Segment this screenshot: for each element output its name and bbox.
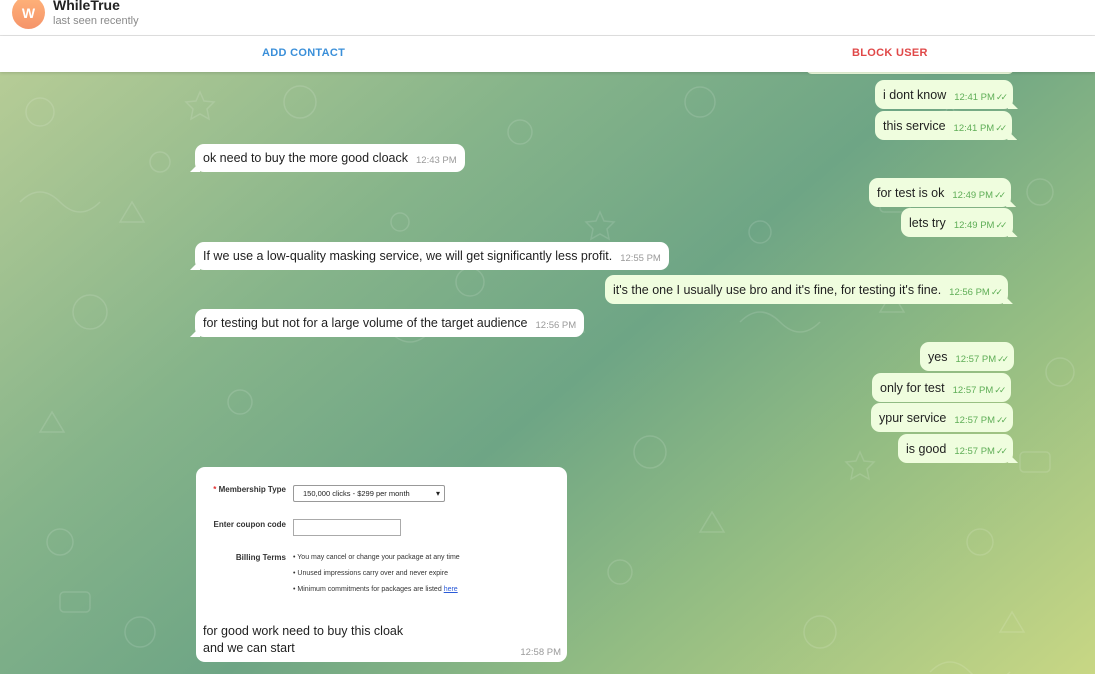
message-time: 12:58 PM — [520, 647, 561, 658]
message-time: 12:56 PM✓✓ — [949, 284, 1003, 301]
message-time: 12:57 PM✓✓ — [954, 443, 1008, 460]
membership-type-label: * Membership Type — [213, 485, 286, 494]
message-time: 12:57 PM✓✓ — [953, 382, 1007, 399]
message-bubble[interactable]: If we use a low-quality masking service,… — [195, 242, 669, 270]
billing-term: • Unused impressions carry over and neve… — [293, 570, 448, 577]
read-check-icon: ✓✓ — [995, 446, 1008, 456]
caption-line: for good work need to buy this cloak — [203, 624, 404, 638]
message-text: it's the one I usually use bro and it's … — [613, 283, 942, 297]
message-text: this service — [883, 119, 946, 133]
message-bubble[interactable]: it's the one I usually use bro and it's … — [605, 275, 1008, 304]
read-check-icon: ✓✓ — [996, 415, 1008, 425]
message-bubble[interactable]: ok need to buy the more good cloack 12:43… — [195, 144, 465, 172]
message-text: i dont know — [883, 88, 947, 102]
message-text: only for test — [880, 381, 945, 395]
last-seen-status: last seen recently — [53, 15, 139, 27]
message-time: 12:56 PM — [535, 320, 577, 331]
message-bubble[interactable]: ypur service 12:57 PM✓✓ — [871, 403, 1014, 432]
message-text: for test is ok — [877, 186, 945, 200]
billing-terms-label: Billing Terms — [235, 553, 286, 562]
billing-term: • You may cancel or change your package … — [293, 554, 460, 561]
read-check-icon: ✓✓ — [990, 287, 1003, 297]
chevron-down-icon: ▾ — [435, 489, 440, 498]
screenshot-image[interactable]: * Membership Type 150,000 clicks - $299 … — [196, 467, 567, 612]
contact-action-bar: ADD CONTACT BLOCK USER — [0, 36, 1095, 72]
message-text: If we use a low-quality masking service,… — [203, 249, 613, 263]
read-check-icon: ✓✓ — [995, 123, 1007, 133]
message-text: ok need to buy the more good cloack — [203, 151, 408, 165]
message-text: lets try — [909, 216, 946, 230]
message-bubble[interactable]: i dont know 12:41 PM✓✓ — [875, 80, 1013, 109]
read-check-icon: ✓✓ — [994, 385, 1006, 395]
message-bubble[interactable]: for testing but not for a large volume o… — [195, 309, 585, 337]
message-time: 12:49 PM✓✓ — [954, 217, 1008, 234]
message-time: 12:57 PM✓✓ — [955, 351, 1009, 368]
read-check-icon: ✓✓ — [997, 354, 1009, 364]
read-check-icon: ✓✓ — [995, 92, 1008, 102]
message-bubble[interactable]: yes 12:57 PM✓✓ — [920, 342, 1015, 371]
coupon-code-field — [293, 519, 401, 536]
caption-line: and we can start — [203, 641, 295, 655]
block-user-button[interactable]: BLOCK USER — [852, 36, 928, 72]
message-text: yes — [928, 350, 948, 364]
coupon-code-label: Enter coupon code — [213, 520, 286, 529]
message-bubble[interactable]: only for test 12:57 PM✓✓ — [872, 373, 1012, 402]
message-bubble[interactable]: for test is ok 12:49 PM✓✓ — [869, 178, 1012, 207]
message-bubble[interactable]: is good 12:57 PM✓✓ — [898, 434, 1014, 463]
message-time: 12:55 PM — [620, 253, 661, 264]
message-time: 12:41 PM✓✓ — [954, 120, 1008, 137]
membership-type-select: 150,000 clicks - $299 per month ▾ — [293, 485, 445, 502]
message-bubble[interactable]: this service 12:41 PM✓✓ — [875, 111, 1013, 140]
read-check-icon: ✓✓ — [995, 220, 1007, 230]
message-text: is good — [906, 442, 947, 456]
message-time: 12:41 PM✓✓ — [954, 89, 1008, 106]
message-list[interactable]: i dont know 12:41 PM✓✓ this service 12:41 … — [0, 72, 1095, 674]
read-check-icon: ✓✓ — [994, 190, 1006, 200]
media-caption: for good work need to buy this cloak and… — [203, 623, 403, 657]
billing-term: • Minimum commitments for packages are l… — [293, 586, 458, 593]
message-time: 12:57 PM✓✓ — [954, 412, 1008, 429]
message-time: 12:43 PM — [416, 155, 457, 166]
media-message[interactable]: * Membership Type 150,000 clicks - $299 … — [196, 467, 567, 662]
message-text: for testing but not for a large volume o… — [203, 316, 528, 330]
contact-name[interactable]: WhileTrue — [53, 0, 120, 13]
terms-link: here — [443, 586, 458, 593]
add-contact-button[interactable]: ADD CONTACT — [262, 36, 345, 72]
message-bubble[interactable]: lets try 12:49 PM✓✓ — [901, 208, 1013, 237]
chat-header: W WhileTrue last seen recently — [0, 0, 1095, 36]
message-bubble-partial[interactable] — [806, 72, 1014, 74]
message-time: 12:49 PM✓✓ — [952, 187, 1006, 204]
message-text: ypur service — [879, 411, 947, 425]
avatar[interactable]: W — [12, 0, 45, 29]
